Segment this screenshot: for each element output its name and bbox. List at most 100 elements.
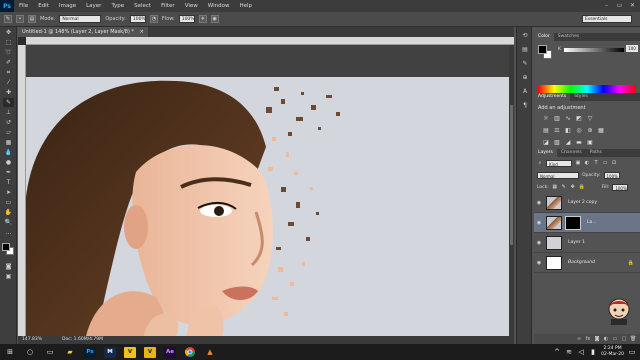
battery-icon[interactable]: ▮: [589, 344, 597, 360]
zoom-level[interactable]: 147.83%: [22, 336, 42, 344]
menu-file[interactable]: File: [14, 3, 33, 9]
k-channel-value[interactable]: 100: [626, 45, 638, 52]
file-explorer-icon[interactable]: ▰: [60, 344, 80, 360]
healing-tool-icon[interactable]: ✚: [3, 88, 14, 97]
minimize-icon[interactable]: –: [603, 2, 610, 9]
shape-filter-icon[interactable]: ▭: [602, 160, 608, 166]
paragraph-panel-icon[interactable]: ¶: [520, 101, 530, 111]
selective-color-icon[interactable]: ▣: [586, 139, 594, 147]
crop-tool-icon[interactable]: ⌗: [3, 68, 14, 77]
menu-select[interactable]: Select: [129, 3, 156, 9]
layer-row[interactable]: ◉ La...: [534, 213, 640, 233]
smart-object-filter-icon[interactable]: ⊡: [611, 160, 617, 166]
properties-panel-icon[interactable]: ▤: [520, 45, 530, 55]
layer-thumbnail[interactable]: [546, 195, 562, 210]
eraser-tool-icon[interactable]: ▱: [3, 128, 14, 137]
workspace-select[interactable]: Essentials: [582, 15, 632, 23]
add-mask-icon[interactable]: ◙: [594, 336, 600, 342]
color-panel-swatches[interactable]: [538, 45, 552, 59]
visibility-eye-icon[interactable]: ◉: [534, 260, 544, 266]
lock-all-icon[interactable]: 🔒: [579, 184, 585, 190]
maximize-icon[interactable]: ▭: [616, 2, 623, 9]
taskbar-app-photoshop[interactable]: Ps: [80, 344, 100, 360]
visibility-eye-icon[interactable]: ◉: [534, 200, 544, 206]
brush-tool-icon[interactable]: ✎: [3, 98, 14, 107]
layer-thumbnail[interactable]: [546, 235, 562, 250]
black-white-icon[interactable]: ◧: [564, 127, 572, 135]
taskbar-app-m[interactable]: M: [100, 344, 120, 360]
tab-styles[interactable]: Styles: [570, 93, 592, 101]
lock-transparency-icon[interactable]: ▦: [552, 184, 558, 190]
menu-image[interactable]: Image: [54, 3, 81, 9]
delete-layer-icon[interactable]: 🗑: [630, 336, 636, 342]
exposure-icon[interactable]: ◩: [575, 115, 583, 123]
menu-edit[interactable]: Edit: [33, 3, 54, 9]
blend-mode-select[interactable]: Normal: [537, 171, 579, 179]
more-tools-icon[interactable]: …: [3, 228, 14, 237]
blur-tool-icon[interactable]: 💧: [3, 148, 14, 157]
brush-presets-icon[interactable]: ✎: [520, 59, 530, 69]
link-layers-icon[interactable]: ∞: [576, 336, 582, 342]
history-panel-icon[interactable]: ⟲: [520, 31, 530, 41]
k-channel-slider[interactable]: [564, 48, 624, 52]
menu-layer[interactable]: Layer: [81, 3, 106, 9]
tab-swatches[interactable]: Swatches: [554, 33, 584, 41]
zoom-tool-icon[interactable]: 🔍: [3, 218, 14, 227]
foreground-color-swatch[interactable]: [538, 45, 547, 54]
lock-position-icon[interactable]: ✥: [570, 184, 576, 190]
menu-view[interactable]: View: [180, 3, 203, 9]
posterize-icon[interactable]: ▧: [553, 139, 561, 147]
menu-filter[interactable]: Filter: [156, 3, 180, 9]
brush-tool-icon[interactable]: ✎: [4, 15, 12, 23]
type-tool-icon[interactable]: T: [3, 178, 14, 187]
search-icon[interactable]: ○: [20, 344, 40, 360]
color-swatches[interactable]: [2, 243, 15, 256]
pen-tool-icon[interactable]: ✒: [3, 168, 14, 177]
canvas-region[interactable]: [26, 45, 514, 336]
new-layer-icon[interactable]: ▢: [621, 336, 627, 342]
layer-name[interactable]: Layer 2 copy: [568, 200, 597, 205]
threshold-icon[interactable]: ◢: [564, 139, 572, 147]
close-tab-icon[interactable]: ×: [140, 29, 144, 35]
tray-chevron-icon[interactable]: ^: [553, 344, 561, 360]
document-info[interactable]: Doc: 1.60M/4.79M: [62, 336, 103, 344]
visibility-eye-icon[interactable]: ◉: [534, 220, 544, 226]
pixel-filter-icon[interactable]: ▣: [575, 160, 581, 166]
lock-pixels-icon[interactable]: ✎: [561, 184, 567, 190]
character-panel-icon[interactable]: A: [520, 87, 530, 97]
layer-row[interactable]: ◉ Layer 1: [534, 233, 640, 253]
menu-type[interactable]: Type: [106, 3, 129, 9]
menu-window[interactable]: Window: [203, 3, 235, 9]
eyedropper-tool-icon[interactable]: ⁄: [3, 78, 14, 87]
layer-opacity-input[interactable]: 100%: [603, 171, 620, 179]
layer-row[interactable]: ◉ Layer 2 copy: [534, 193, 640, 213]
layer-style-icon[interactable]: fx: [585, 336, 591, 342]
invert-icon[interactable]: ◪: [542, 139, 550, 147]
close-icon[interactable]: ✕: [629, 2, 636, 9]
tab-layers[interactable]: Layers: [534, 149, 557, 157]
foreground-color-swatch[interactable]: [2, 243, 10, 251]
layer-thumbnail[interactable]: [546, 255, 562, 270]
color-lookup-icon[interactable]: ▦: [597, 127, 605, 135]
gradient-map-icon[interactable]: ▬: [575, 139, 583, 147]
channel-mixer-icon[interactable]: ⊛: [586, 127, 594, 135]
mode-select[interactable]: Normal: [59, 15, 102, 23]
shape-tool-icon[interactable]: ▭: [3, 198, 14, 207]
document-tab[interactable]: Untitled-1 @ 148% (Layer 2, Layer Mask/8…: [18, 27, 148, 37]
kind-filter-select[interactable]: Kind: [546, 159, 572, 167]
move-tool-icon[interactable]: ✥: [3, 28, 14, 37]
brightness-contrast-icon[interactable]: ☼: [542, 115, 550, 123]
adjustment-filter-icon[interactable]: ◐: [584, 160, 590, 166]
type-filter-icon[interactable]: T: [593, 160, 599, 166]
brush-size-icon[interactable]: •: [16, 15, 24, 23]
levels-icon[interactable]: ▥: [553, 115, 561, 123]
notifications-icon[interactable]: ▭: [628, 344, 636, 360]
clone-stamp-tool-icon[interactable]: ⊥: [3, 108, 14, 117]
tab-color[interactable]: Color: [534, 33, 554, 41]
opacity-input[interactable]: 100%: [129, 15, 146, 23]
flow-input[interactable]: 100%: [178, 15, 195, 23]
pressure-opacity-icon[interactable]: ◔: [149, 15, 158, 23]
quick-mask-icon[interactable]: ◙: [3, 262, 14, 271]
wifi-icon[interactable]: ≋: [565, 344, 573, 360]
dodge-tool-icon[interactable]: ●: [3, 158, 14, 167]
